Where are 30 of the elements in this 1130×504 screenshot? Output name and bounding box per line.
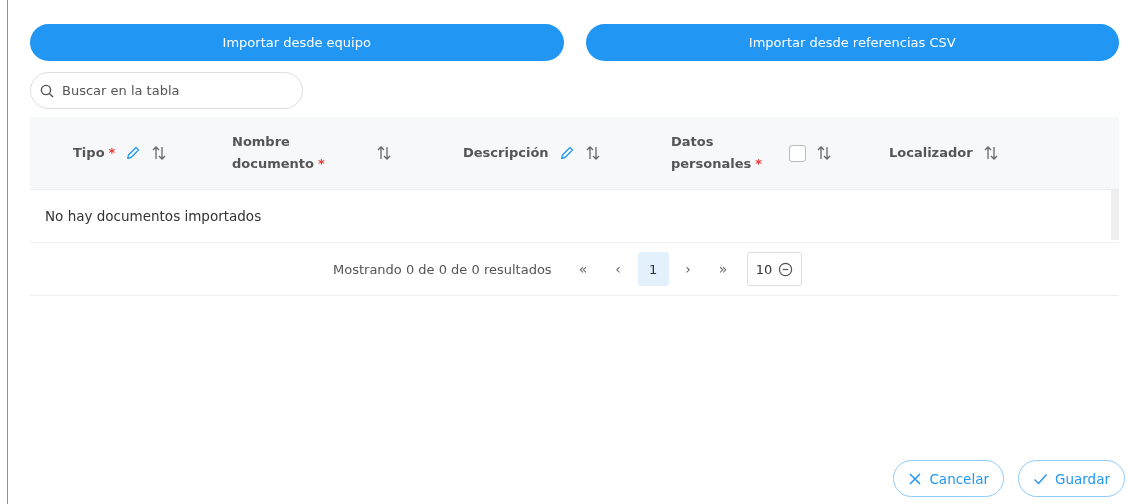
empty-message: No hay documentos importados xyxy=(44,208,262,224)
last-page-button[interactable]: » xyxy=(707,252,739,286)
pencil-icon[interactable] xyxy=(558,145,575,161)
column-header: Localizador xyxy=(889,144,973,162)
first-page-button[interactable]: « xyxy=(567,252,599,286)
results-summary: Mostrando 0 de 0 de 0 resultados xyxy=(333,261,552,277)
cancel-button[interactable]: Cancelar xyxy=(893,460,1004,497)
import-button[interactable]: Importar desde referencias CSV xyxy=(585,24,1119,61)
checkbox[interactable] xyxy=(789,144,806,162)
sort-icon[interactable] xyxy=(816,145,832,161)
minus-circle-icon xyxy=(778,261,794,277)
sort-icon[interactable] xyxy=(376,145,392,161)
save-button[interactable]: Guardar xyxy=(1018,460,1125,497)
close-icon xyxy=(908,471,923,486)
checkmark-icon xyxy=(1033,471,1048,486)
search-field[interactable]: Buscar en la tabla xyxy=(30,72,303,109)
page-size-dropdown[interactable]: 10 xyxy=(746,252,803,286)
next-page-button[interactable]: › xyxy=(672,252,704,286)
sort-icon[interactable] xyxy=(151,145,168,161)
column-header: Datos personales * xyxy=(671,133,764,173)
pencil-icon[interactable] xyxy=(125,145,142,161)
page-button[interactable]: 1 xyxy=(637,252,669,286)
sort-icon[interactable] xyxy=(982,145,999,161)
column-header: Descripción xyxy=(463,144,549,162)
column-header: Tipo * xyxy=(73,144,116,162)
sort-icon[interactable] xyxy=(584,145,601,161)
column-header: Nombre documento * xyxy=(232,133,326,173)
import-button[interactable]: Importar desde equipo xyxy=(30,24,564,61)
previous-page-button[interactable]: ‹ xyxy=(602,252,634,286)
search-icon xyxy=(40,84,54,98)
